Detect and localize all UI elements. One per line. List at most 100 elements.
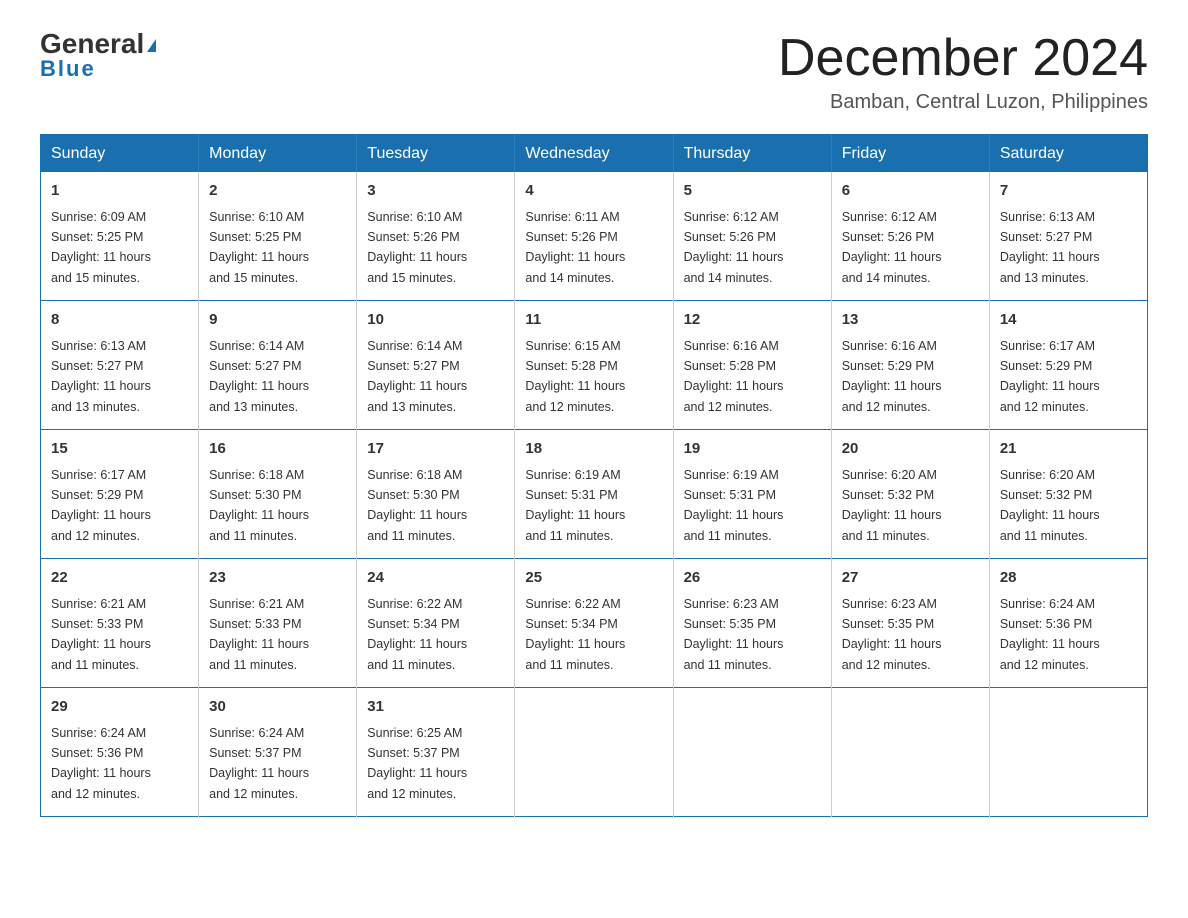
calendar-cell: 4 Sunrise: 6:11 AMSunset: 5:26 PMDaylight… — [515, 172, 673, 301]
day-number: 11 — [525, 309, 662, 332]
day-number: 15 — [51, 438, 188, 461]
calendar-cell: 24Sunrise: 6:22 AMSunset: 5:34 PMDayligh… — [357, 559, 515, 688]
day-info: Sunrise: 6:14 AMSunset: 5:27 PMDaylight:… — [367, 339, 467, 414]
calendar-cell — [831, 688, 989, 817]
day-number: 7 — [1000, 180, 1137, 203]
calendar-cell: 28 Sunrise: 6:24 AMSunset: 5:36 PMDayligh… — [989, 559, 1147, 688]
calendar-cell — [673, 688, 831, 817]
calendar-cell: 29 Sunrise: 6:24 AMSunset: 5:36 PMDayligh… — [41, 688, 199, 817]
title-block: December 2024 Bamban, Central Luzon, Phi… — [778, 30, 1148, 114]
day-number: 26 — [684, 567, 821, 590]
day-info: Sunrise: 6:16 AMSunset: 5:29 PMDaylight:… — [842, 339, 942, 414]
calendar-cell: 26 Sunrise: 6:23 AMSunset: 5:35 PMDayligh… — [673, 559, 831, 688]
day-info: Sunrise: 6:21 AMSunset: 5:33 PMDaylight:… — [51, 597, 151, 672]
calendar-cell: 14 Sunrise: 6:17 AMSunset: 5:29 PMDayligh… — [989, 301, 1147, 430]
day-info: Sunrise: 6:17 AMSunset: 5:29 PMDaylight:… — [1000, 339, 1100, 414]
calendar-cell: 13 Sunrise: 6:16 AMSunset: 5:29 PMDayligh… — [831, 301, 989, 430]
calendar-cell: 6 Sunrise: 6:12 AMSunset: 5:26 PMDaylight… — [831, 172, 989, 301]
day-number: 20 — [842, 438, 979, 461]
day-number: 13 — [842, 309, 979, 332]
day-info: Sunrise: 6:18 AMSunset: 5:30 PMDaylight:… — [209, 468, 309, 543]
day-info: Sunrise: 6:22 AMSunset: 5:34 PMDaylight:… — [367, 597, 467, 672]
day-info: Sunrise: 6:13 AMSunset: 5:27 PMDaylight:… — [51, 339, 151, 414]
day-info: Sunrise: 6:16 AMSunset: 5:28 PMDaylight:… — [684, 339, 784, 414]
calendar-cell: 25Sunrise: 6:22 AMSunset: 5:34 PMDayligh… — [515, 559, 673, 688]
page-header: General Blue December 2024 Bamban, Centr… — [40, 30, 1148, 114]
weekday-header-saturday: Saturday — [989, 135, 1147, 172]
weekday-header-friday: Friday — [831, 135, 989, 172]
calendar-cell: 30 Sunrise: 6:24 AMSunset: 5:37 PMDayligh… — [199, 688, 357, 817]
calendar-cell: 27Sunrise: 6:23 AMSunset: 5:35 PMDayligh… — [831, 559, 989, 688]
day-number: 9 — [209, 309, 346, 332]
day-number: 30 — [209, 696, 346, 719]
day-number: 8 — [51, 309, 188, 332]
day-number: 17 — [367, 438, 504, 461]
day-number: 25 — [525, 567, 662, 590]
calendar-cell: 3 Sunrise: 6:10 AMSunset: 5:26 PMDaylight… — [357, 172, 515, 301]
day-number: 14 — [1000, 309, 1137, 332]
day-number: 4 — [525, 180, 662, 203]
calendar-cell: 15Sunrise: 6:17 AMSunset: 5:29 PMDayligh… — [41, 430, 199, 559]
calendar-cell — [989, 688, 1147, 817]
day-number: 12 — [684, 309, 821, 332]
day-info: Sunrise: 6:11 AMSunset: 5:26 PMDaylight:… — [525, 210, 625, 285]
calendar-week-row: 8 Sunrise: 6:13 AMSunset: 5:27 PMDaylight… — [41, 301, 1148, 430]
calendar-cell: 10Sunrise: 6:14 AMSunset: 5:27 PMDayligh… — [357, 301, 515, 430]
day-info: Sunrise: 6:09 AMSunset: 5:25 PMDaylight:… — [51, 210, 151, 285]
day-number: 6 — [842, 180, 979, 203]
calendar-cell — [515, 688, 673, 817]
calendar-cell: 7 Sunrise: 6:13 AMSunset: 5:27 PMDaylight… — [989, 172, 1147, 301]
day-number: 29 — [51, 696, 188, 719]
day-info: Sunrise: 6:18 AMSunset: 5:30 PMDaylight:… — [367, 468, 467, 543]
weekday-header-sunday: Sunday — [41, 135, 199, 172]
calendar-cell: 12 Sunrise: 6:16 AMSunset: 5:28 PMDayligh… — [673, 301, 831, 430]
day-number: 21 — [1000, 438, 1137, 461]
calendar-cell: 18 Sunrise: 6:19 AMSunset: 5:31 PMDayligh… — [515, 430, 673, 559]
day-info: Sunrise: 6:10 AMSunset: 5:25 PMDaylight:… — [209, 210, 309, 285]
day-info: Sunrise: 6:23 AMSunset: 5:35 PMDaylight:… — [684, 597, 784, 672]
day-info: Sunrise: 6:24 AMSunset: 5:37 PMDaylight:… — [209, 726, 309, 801]
day-number: 2 — [209, 180, 346, 203]
weekday-header-thursday: Thursday — [673, 135, 831, 172]
day-info: Sunrise: 6:25 AMSunset: 5:37 PMDaylight:… — [367, 726, 467, 801]
calendar-cell: 22 Sunrise: 6:21 AMSunset: 5:33 PMDayligh… — [41, 559, 199, 688]
calendar-week-row: 22 Sunrise: 6:21 AMSunset: 5:33 PMDayligh… — [41, 559, 1148, 688]
calendar-cell: 9Sunrise: 6:14 AMSunset: 5:27 PMDaylight… — [199, 301, 357, 430]
weekday-header-wednesday: Wednesday — [515, 135, 673, 172]
calendar-cell: 23Sunrise: 6:21 AMSunset: 5:33 PMDayligh… — [199, 559, 357, 688]
day-number: 5 — [684, 180, 821, 203]
calendar-cell: 20 Sunrise: 6:20 AMSunset: 5:32 PMDayligh… — [831, 430, 989, 559]
calendar-cell: 17 Sunrise: 6:18 AMSunset: 5:30 PMDayligh… — [357, 430, 515, 559]
logo-general-text: General — [40, 30, 156, 58]
day-info: Sunrise: 6:19 AMSunset: 5:31 PMDaylight:… — [684, 468, 784, 543]
calendar-cell: 2 Sunrise: 6:10 AMSunset: 5:25 PMDaylight… — [199, 172, 357, 301]
calendar-week-row: 15Sunrise: 6:17 AMSunset: 5:29 PMDayligh… — [41, 430, 1148, 559]
calendar-table: SundayMondayTuesdayWednesdayThursdayFrid… — [40, 134, 1148, 817]
day-info: Sunrise: 6:10 AMSunset: 5:26 PMDaylight:… — [367, 210, 467, 285]
weekday-header-monday: Monday — [199, 135, 357, 172]
location-text: Bamban, Central Luzon, Philippines — [778, 91, 1148, 114]
day-info: Sunrise: 6:24 AMSunset: 5:36 PMDaylight:… — [1000, 597, 1100, 672]
day-info: Sunrise: 6:13 AMSunset: 5:27 PMDaylight:… — [1000, 210, 1100, 285]
day-number: 22 — [51, 567, 188, 590]
day-number: 18 — [525, 438, 662, 461]
logo: General Blue — [40, 30, 156, 82]
calendar-week-row: 29 Sunrise: 6:24 AMSunset: 5:36 PMDayligh… — [41, 688, 1148, 817]
day-info: Sunrise: 6:24 AMSunset: 5:36 PMDaylight:… — [51, 726, 151, 801]
logo-blue-text: Blue — [40, 56, 96, 82]
calendar-cell: 31 Sunrise: 6:25 AMSunset: 5:37 PMDayligh… — [357, 688, 515, 817]
calendar-cell: 21Sunrise: 6:20 AMSunset: 5:32 PMDayligh… — [989, 430, 1147, 559]
day-number: 28 — [1000, 567, 1137, 590]
day-number: 16 — [209, 438, 346, 461]
calendar-cell: 8 Sunrise: 6:13 AMSunset: 5:27 PMDaylight… — [41, 301, 199, 430]
day-number: 19 — [684, 438, 821, 461]
calendar-cell: 1Sunrise: 6:09 AMSunset: 5:25 PMDaylight… — [41, 172, 199, 301]
month-title: December 2024 — [778, 30, 1148, 87]
day-info: Sunrise: 6:12 AMSunset: 5:26 PMDaylight:… — [842, 210, 942, 285]
day-info: Sunrise: 6:19 AMSunset: 5:31 PMDaylight:… — [525, 468, 625, 543]
day-number: 3 — [367, 180, 504, 203]
day-number: 31 — [367, 696, 504, 719]
weekday-header-row: SundayMondayTuesdayWednesdayThursdayFrid… — [41, 135, 1148, 172]
day-info: Sunrise: 6:12 AMSunset: 5:26 PMDaylight:… — [684, 210, 784, 285]
day-info: Sunrise: 6:20 AMSunset: 5:32 PMDaylight:… — [842, 468, 942, 543]
